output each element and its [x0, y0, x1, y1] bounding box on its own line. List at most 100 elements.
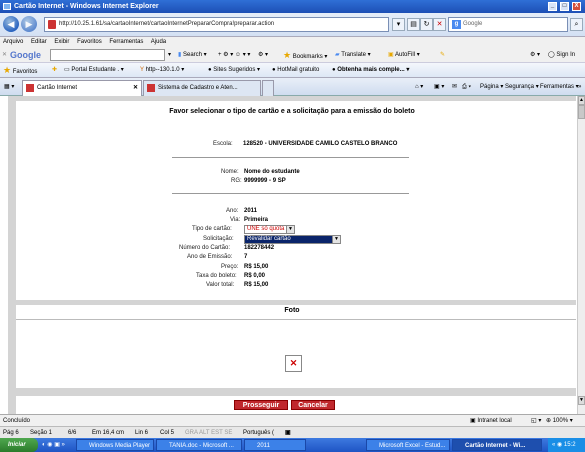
start-button[interactable]: Iniciar	[0, 438, 38, 452]
link-icon: Y	[140, 67, 144, 73]
word-status-bar: Pág 6 Seção 1 6/6 Em 16,4 cm Lin 6 Col 5…	[0, 426, 585, 438]
ie-icon	[3, 3, 11, 10]
signin-button[interactable]: ◯ Sign In	[548, 47, 575, 63]
taskbar: Iniciar ◐ ◉ ▣ » Windows Media Player TAN…	[0, 438, 585, 452]
address-field[interactable]: http://10.25.1.61/sa/cartaoInternet/cart…	[44, 17, 389, 32]
fav-item-obtenha[interactable]: ● Obtenha mais comple... ▾	[332, 63, 409, 78]
emissao-label: Ano de Emissão:	[187, 254, 233, 260]
menu-ferramentas[interactable]: Ferramentas	[109, 39, 143, 45]
search-field[interactable]: g Google	[448, 17, 568, 32]
page-menu[interactable]: Página ▾	[480, 78, 503, 96]
security-menu[interactable]: Segurança ▾	[505, 78, 539, 96]
fav-item-sites[interactable]: ● Sites Sugeridos ▾	[208, 63, 260, 78]
autofill-button[interactable]: ▣ AutoFill ▾	[388, 47, 420, 63]
google-icons[interactable]: ⚙ ▾	[258, 47, 268, 63]
translate-icon: ▰	[335, 52, 340, 58]
minimize-button[interactable]: _	[548, 2, 557, 11]
scroll-thumb[interactable]	[578, 105, 585, 119]
solicitacao-select[interactable]: Revalidar cartão ▼	[244, 235, 341, 244]
quick-tabs-icon[interactable]: ▦ ▾	[4, 78, 14, 96]
tab-bar: ▦ ▾ Cartão Internet ✕ Sistema de Cadastr…	[0, 78, 585, 96]
section-band	[16, 300, 576, 305]
tools-menu[interactable]: Ferramentas ▾	[540, 78, 579, 96]
total-label: Valor total:	[206, 282, 235, 288]
favorites-bar: ★ Favoritos ✚ ▭ Portal Estudante . ▾ Y h…	[0, 63, 585, 78]
cancelar-button[interactable]: Cancelar	[291, 400, 335, 410]
ano-label: Ano:	[226, 208, 239, 214]
quick-launch-icons[interactable]: ◐ ◉ ▣ »	[42, 438, 65, 452]
menu-arquivo[interactable]: Arquivo	[3, 39, 23, 45]
tipo-cartao-select[interactable]: UNE só quota ▼	[244, 225, 295, 234]
google-toolbar: ✕ Google ▾ ▮ Search ▾ + ⚙ ▾ ☺ ▾ ▾ ⚙ ▾ ★ …	[0, 47, 585, 63]
google-logo: Google	[10, 50, 41, 60]
tab-page-icon	[26, 84, 34, 92]
google-icon: g	[452, 20, 461, 29]
chevron-down-icon: ▼	[332, 236, 340, 243]
tab-label: Cartão Internet	[37, 85, 78, 91]
back-icon[interactable]: ◀	[3, 16, 19, 32]
google-search-button[interactable]: ▮ Search ▾	[178, 47, 207, 63]
menu-exibir[interactable]: Exibir	[54, 39, 69, 45]
google-toolbar-buttons[interactable]: + ⚙ ▾ ☺ ▾ ▾	[218, 47, 250, 63]
tab-sistema-cadastro[interactable]: Sistema de Cadastro e Aten...	[143, 80, 261, 96]
taskbar-item-excel[interactable]: Microsoft Excel - Estud...	[366, 439, 450, 451]
page-icon	[48, 20, 56, 29]
vertical-scrollbar[interactable]: ▲ ▼	[577, 96, 585, 414]
print-icon[interactable]: ⎙ ▾	[462, 78, 471, 96]
tray-icons[interactable]: « ◉	[552, 442, 564, 448]
solicitacao-label: Solicitação:	[203, 236, 234, 242]
status-bar: Concluído ▣ Intranet local ◱ ▾ ⊕ 100% ▾	[0, 414, 585, 426]
escola-value: 128520 - UNIVERSIDADE CAMILO CASTELO BRA…	[243, 141, 398, 147]
divider	[172, 157, 409, 158]
tab-cartao-internet[interactable]: Cartão Internet ✕	[22, 80, 142, 96]
pencil-icon[interactable]: ✎	[440, 47, 445, 63]
taxa-label: Taxa do boleto:	[196, 273, 237, 279]
scroll-up-icon[interactable]: ▲	[578, 96, 585, 105]
taskbar-item-cartao[interactable]: Cartão Internet - Wi...	[452, 439, 542, 451]
tab-page-icon	[147, 84, 155, 92]
divider	[172, 193, 409, 194]
google-search-input[interactable]	[50, 49, 165, 61]
menu-editar[interactable]: Editar	[31, 39, 47, 45]
refresh-icon[interactable]: ↻	[420, 18, 433, 31]
close-toolbar-icon[interactable]: ✕	[2, 47, 7, 63]
total-value: R$ 15,00	[244, 282, 269, 288]
chevron-down-icon: ▼	[286, 226, 294, 233]
mail-icon[interactable]: ✉	[452, 78, 457, 96]
new-tab-button[interactable]	[262, 80, 274, 96]
add-favorites-icon[interactable]: ✚	[52, 63, 57, 78]
google-search-dropdown[interactable]: ▾	[168, 47, 171, 63]
search-go-icon[interactable]: ⌕	[570, 18, 583, 31]
fav-item-hotmail[interactable]: ● HotMail gratuito	[272, 63, 319, 78]
forward-icon[interactable]: ▶	[21, 16, 37, 32]
prosseguir-button[interactable]: Prosseguir	[234, 400, 288, 410]
menu-favoritos[interactable]: Favoritos	[77, 39, 102, 45]
help-icon[interactable]: »	[578, 78, 581, 96]
taskbar-item-2011[interactable]: 2011	[244, 439, 306, 451]
url-text: http://10.25.1.61/sa/cartaoInternet/cart…	[59, 21, 275, 27]
stop-icon[interactable]: ✕	[433, 18, 446, 31]
maximize-button[interactable]: □	[560, 2, 569, 11]
taskbar-item-wmp[interactable]: Windows Media Player	[76, 439, 154, 451]
taskbar-item-tania[interactable]: TANIA.doc - Microsoft ...	[156, 439, 242, 451]
settings-icon[interactable]: ⚙ ▾	[530, 47, 540, 63]
foto-divider	[16, 319, 576, 320]
broken-image-icon: ✕	[285, 355, 302, 372]
title-bar: Cartão Internet - Windows Internet Explo…	[0, 0, 585, 13]
home-icon[interactable]: ⌂ ▾	[415, 78, 423, 96]
menu-ajuda[interactable]: Ajuda	[151, 39, 166, 45]
close-button[interactable]: X	[572, 2, 581, 11]
numero-label: Número do Cartão:	[179, 245, 231, 251]
rg-value: 9999999 - 9 SP	[244, 178, 286, 184]
compatibility-icon[interactable]: ▤	[407, 18, 420, 31]
via-value: Primeira	[244, 217, 269, 223]
translate-button[interactable]: ▰ Translate ▾	[335, 47, 371, 63]
scroll-down-icon[interactable]: ▼	[578, 396, 585, 405]
close-tab-icon[interactable]: ✕	[133, 81, 138, 96]
address-dropdown-icon[interactable]: ▾	[392, 18, 405, 31]
feeds-icon[interactable]: ▣ ▾	[434, 78, 444, 96]
numero-value: 182278442	[244, 245, 275, 251]
nome-label: Nome:	[221, 169, 239, 175]
fav-item-portal[interactable]: ▭ Portal Estudante . ▾	[64, 63, 124, 78]
fav-item-http[interactable]: Y http--130.1.0 ▾	[140, 63, 184, 78]
